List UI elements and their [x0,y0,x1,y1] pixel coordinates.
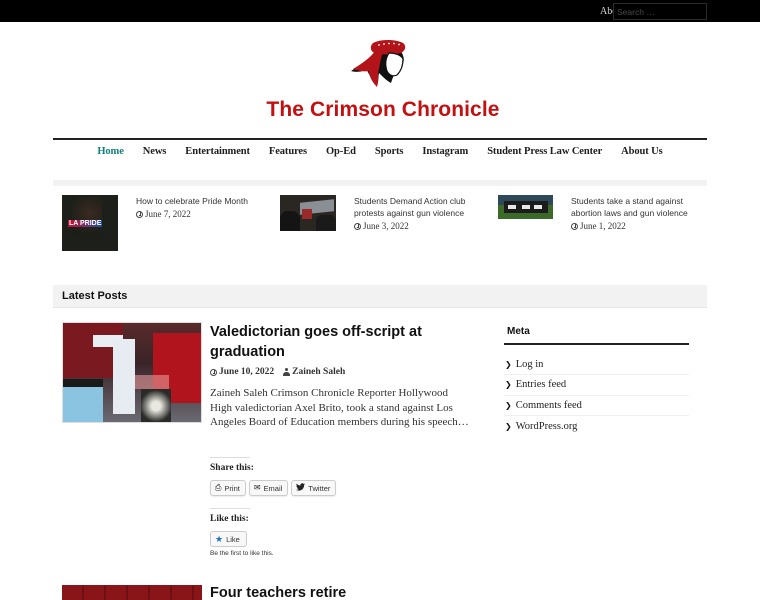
chevron-right-icon: ❯ [505,360,512,370]
share-print-button[interactable]: ⎙ Print [210,480,246,496]
sidebar-item-wordpress-org: ❯ WordPress.org [504,416,689,436]
top-bar: About Us Print Edition [0,0,760,22]
post-author[interactable]: Zaineh Saleh [292,367,345,377]
clock-icon [136,210,143,218]
clock-icon [210,368,217,376]
twitter-icon [296,483,306,493]
envelope-icon: ✉ [253,483,261,492]
featured-date: June 7, 2022 [145,209,191,219]
share-buttons: ⎙ Print ✉ Email Twitter [210,480,339,496]
nav-divider [53,138,707,140]
post-date[interactable]: June 10, 2022 [219,367,274,377]
clock-icon [354,222,361,230]
nav-item-instagram[interactable]: Instagram [422,146,468,157]
post-title[interactable]: Four teachers retire [210,585,346,600]
featured-date: June 3, 2022 [363,221,409,231]
nav-item-home[interactable]: Home [97,146,124,157]
nav-item-entertainment[interactable]: Entertainment [185,146,250,157]
sidebar-link[interactable]: Entries feed [516,379,566,390]
search-input[interactable] [613,3,707,20]
latest-posts-heading: Latest Posts [62,290,128,302]
site-title[interactable]: The Crimson Chronicle [0,98,760,122]
featured-item[interactable]: Students Demand Action club protests aga… [280,195,479,232]
like-button[interactable]: ★ Like [210,531,247,547]
featured-title[interactable]: Students Demand Action club protests aga… [354,195,479,219]
like-heading: Like this: [210,514,249,524]
sidebar-divider [504,343,689,345]
user-icon [283,368,291,376]
printer-icon: ⎙ [215,483,222,492]
latest-posts-header: Latest Posts [53,285,707,308]
nav-item-op-ed[interactable]: Op-Ed [326,146,356,157]
share-divider [210,457,250,458]
share-email-label: Email [263,483,283,493]
nav-item-features[interactable]: Features [269,146,307,157]
nav-item-student-press-law-center[interactable]: Student Press Law Center [487,146,602,157]
featured-thumbnail[interactable] [498,195,553,219]
sidebar-meta-heading: Meta [507,326,530,337]
star-icon: ★ [215,533,224,544]
nav-item-sports[interactable]: Sports [375,146,404,157]
like-note: Be the first to like this. [210,550,274,557]
sidebar-link[interactable]: Log in [516,359,544,370]
nav-item-news[interactable]: News [143,146,167,157]
featured-date: June 1, 2022 [580,221,626,231]
sidebar-meta-list: ❯ Log in ❯ Entries feed ❯ Comments feed ❯ Wo… [504,355,689,436]
chevron-right-icon: ❯ [505,421,512,431]
share-print-label: Print [224,483,240,493]
featured-title[interactable]: Students take a stand against abortion l… [571,195,696,219]
sidebar-item-entries-feed: ❯ Entries feed [504,375,689,396]
featured-title[interactable]: How to celebrate Pride Month [136,195,266,207]
sidebar-link[interactable]: Comments feed [516,400,582,411]
nav-item-about-us[interactable]: About Us [621,146,663,157]
like-label: Like [226,534,240,544]
featured-thumbnail[interactable] [280,195,336,231]
crimson-mascot-icon [351,40,406,87]
post-meta: June 10, 2022 Zaineh Saleh [210,367,345,377]
featured-item[interactable]: LA PRIDE How to celebrate Pride Month Ju… [62,195,266,251]
share-twitter-button[interactable]: Twitter [291,480,337,496]
chevron-right-icon: ❯ [505,380,512,390]
featured-strip-bar [53,180,707,186]
post-thumbnail[interactable] [62,322,202,423]
post-excerpt: Zaineh Saleh Crimson Chronicle Reporter … [210,387,469,428]
featured-thumbnail[interactable]: LA PRIDE [62,195,118,251]
pride-logo-text: LA PRIDE [68,220,103,227]
share-email-button[interactable]: ✉ Email [248,480,289,496]
share-heading: Share this: [210,463,254,473]
sidebar-item-comments-feed: ❯ Comments feed [504,396,689,416]
post-title[interactable]: Valedictorian goes off-script at graduat… [210,322,470,362]
main-nav: Home News Entertainment Features Op-Ed S… [53,146,707,157]
share-twitter-label: Twitter [308,483,331,493]
site-logo[interactable] [347,37,411,89]
clock-icon [571,222,578,230]
featured-item[interactable]: Students take a stand against abortion l… [498,195,696,232]
chevron-right-icon: ❯ [505,400,512,410]
sidebar-item-log-in: ❯ Log in [504,355,689,376]
like-divider [210,508,250,509]
post-thumbnail[interactable] [62,585,202,600]
sidebar-link[interactable]: WordPress.org [516,421,578,432]
